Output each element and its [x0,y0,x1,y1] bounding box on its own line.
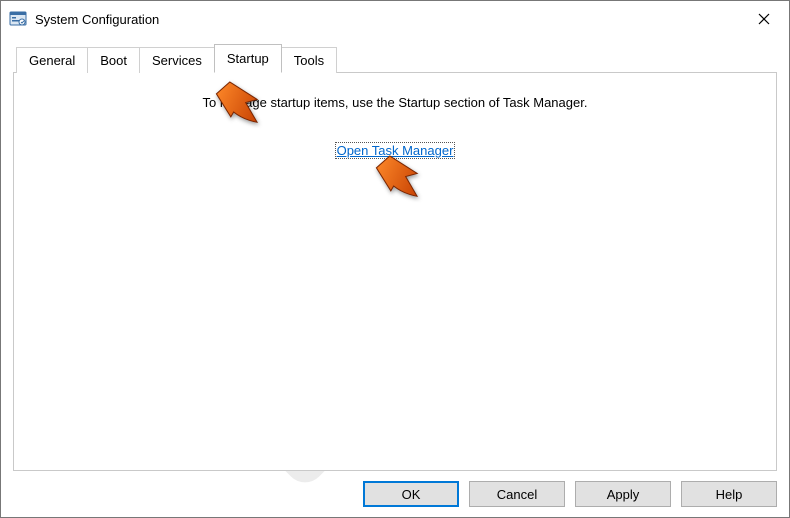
titlebar-left: System Configuration [9,10,159,28]
window-title: System Configuration [35,12,159,27]
system-configuration-window: System Configuration PC risk.com General… [0,0,790,518]
dialog-button-row: OK Cancel Apply Help [13,471,777,507]
ok-button[interactable]: OK [363,481,459,507]
cancel-button[interactable]: Cancel [469,481,565,507]
startup-instruction-text: To manage startup items, use the Startup… [14,95,776,110]
tab-tools[interactable]: Tools [281,47,337,73]
titlebar: System Configuration [1,1,789,37]
open-task-manager-link[interactable]: Open Task Manager [335,142,456,159]
tab-startup[interactable]: Startup [214,44,282,73]
tabstrip: General Boot Services Startup Tools [13,45,777,72]
apply-button[interactable]: Apply [575,481,671,507]
tab-services[interactable]: Services [139,47,215,73]
tab-boot[interactable]: Boot [87,47,140,73]
close-button[interactable] [741,4,787,34]
tab-panel-startup: To manage startup items, use the Startup… [13,72,777,471]
tab-general[interactable]: General [16,47,88,73]
msconfig-icon [9,10,27,28]
help-button[interactable]: Help [681,481,777,507]
client-area: PC risk.com General Boot Services Startu… [1,37,789,517]
